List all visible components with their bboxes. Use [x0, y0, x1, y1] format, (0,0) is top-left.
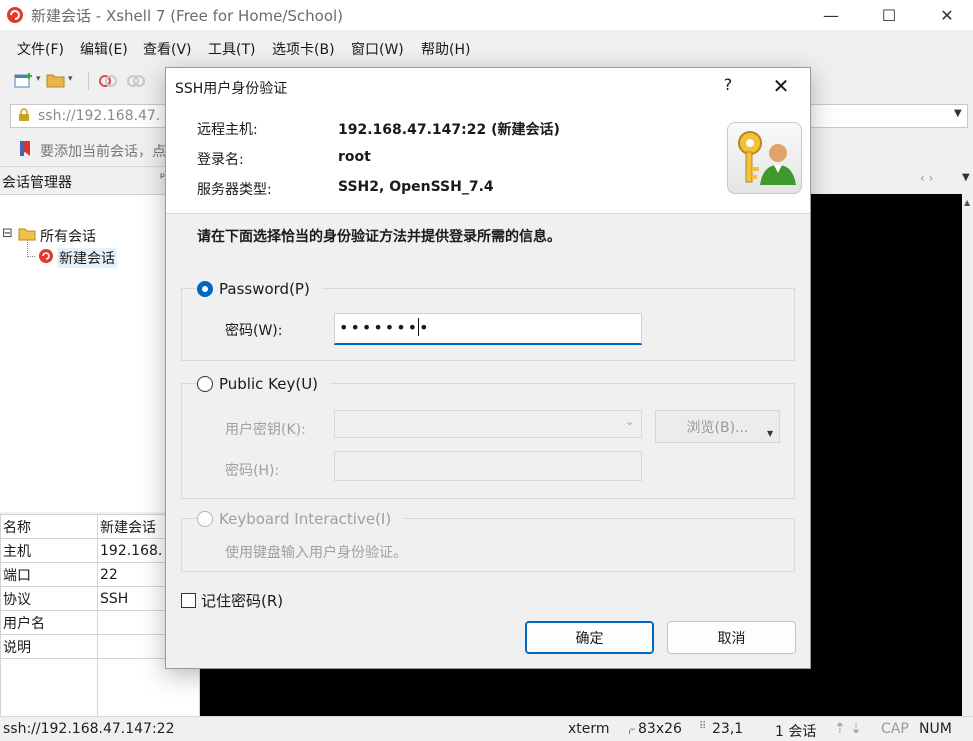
ok-button[interactable]: 确定	[525, 621, 654, 654]
tree-item-new-session[interactable]: 新建会话	[57, 248, 117, 268]
radio-checked-icon	[197, 281, 213, 297]
disconnect-icon[interactable]	[126, 72, 146, 90]
status-terminal-type: xterm	[568, 721, 610, 737]
prop-name: 说明	[0, 634, 98, 659]
browse-button-label: 浏览(B)...	[686, 419, 749, 436]
prop-name: 主机	[0, 538, 98, 563]
browse-dropdown-icon[interactable]: ▼	[767, 429, 773, 438]
tree-collapse-icon[interactable]: ⊟	[2, 226, 13, 241]
password-field-label: 密码(W):	[225, 323, 283, 339]
bookmark-icon	[20, 141, 30, 156]
cancel-button[interactable]: 取消	[667, 621, 796, 654]
remember-password-label: 记住密码(R)	[201, 592, 284, 610]
dialog-title: SSH用户身份验证	[175, 81, 288, 97]
server-type-value: SSH2, OpenSSH_7.4	[338, 179, 494, 195]
connect-icon[interactable]	[98, 72, 118, 90]
open-folder-icon[interactable]	[46, 72, 66, 88]
prop-name-empty	[0, 658, 98, 719]
radio-unchecked-icon	[197, 376, 213, 392]
maximize-icon[interactable]: ☐	[860, 0, 918, 30]
remote-host-value: 192.168.47.147:22 (新建会话)	[338, 122, 560, 138]
lock-icon	[19, 108, 29, 121]
prop-name: 用户名	[0, 610, 98, 635]
resize-icon: ⌌	[624, 721, 636, 737]
instruction-text: 请在下面选择恰当的身份验证方法并提供登录所需的信息。	[197, 229, 561, 245]
tab-scroll-arrows-icon[interactable]: ‹ ›	[920, 171, 933, 185]
ok-button-label: 确定	[575, 630, 604, 647]
prop-name: 名称	[0, 514, 98, 539]
xshell-logo-icon	[7, 7, 23, 23]
menu-view[interactable]: 查看(V)	[143, 39, 192, 59]
server-type-label: 服务器类型:	[197, 182, 272, 198]
open-dropdown-icon[interactable]: ▾	[68, 74, 73, 84]
folder-icon	[18, 228, 36, 241]
scroll-up-icon[interactable]: ▲	[964, 198, 970, 207]
status-caps-lock: CAP	[881, 721, 909, 737]
window-title: 新建会话 - Xshell 7 (Free for Home/School)	[31, 7, 344, 25]
address-text: ssh://192.168.47.	[38, 108, 161, 124]
tree-connector	[27, 240, 35, 257]
tab-list-dropdown-icon[interactable]: ▼	[962, 172, 970, 183]
passphrase-input[interactable]	[334, 451, 642, 481]
keyboard-interactive-radio[interactable]: Keyboard Interactive(I)	[197, 510, 404, 528]
new-session-icon[interactable]	[14, 72, 34, 90]
toolbar-separator	[88, 72, 89, 90]
text-cursor	[418, 318, 419, 336]
hint-text: 要添加当前会话，点	[40, 144, 166, 160]
tree-item-all-sessions[interactable]: 所有会话	[40, 226, 96, 246]
status-address: ssh://192.168.47.147:22	[3, 721, 175, 737]
menu-tabs[interactable]: 选项卡(B)	[272, 39, 335, 59]
new-session-dropdown-icon[interactable]: ▾	[36, 74, 41, 84]
menu-window[interactable]: 窗口(W)	[351, 39, 404, 59]
user-key-select[interactable]	[334, 410, 642, 438]
status-num-lock: NUM	[919, 721, 952, 737]
password-radio-label: Password(P)	[219, 280, 310, 298]
status-cursor-position: 23,1	[712, 721, 744, 737]
address-dropdown-icon[interactable]: ▼	[954, 108, 962, 119]
password-input[interactable]: ••••••••	[334, 313, 642, 345]
menu-file[interactable]: 文件(F)	[17, 39, 64, 59]
transfer-arrows-icon: ⇡ ⇣	[834, 721, 862, 737]
passphrase-label: 密码(H):	[225, 463, 280, 479]
remote-host-label: 远程主机:	[197, 122, 258, 138]
address-input-right[interactable]	[800, 104, 968, 128]
public-key-radio[interactable]: Public Key(U)	[197, 375, 331, 393]
status-session-count: 1 会话	[775, 724, 817, 740]
minimize-icon[interactable]: —	[802, 0, 860, 30]
user-key-icon	[727, 122, 802, 194]
login-name-label: 登录名:	[197, 152, 244, 168]
status-size: 83x26	[638, 721, 682, 737]
close-icon[interactable]: ✕	[918, 0, 973, 30]
remember-password-checkbox[interactable]: 记住密码(R)	[181, 590, 283, 611]
radio-disabled-icon	[197, 511, 213, 527]
keyboard-interactive-label: Keyboard Interactive(I)	[219, 510, 392, 528]
tab-strip	[812, 166, 973, 194]
session-icon	[39, 249, 53, 263]
menu-help[interactable]: 帮助(H)	[421, 39, 470, 59]
help-button[interactable]: ?	[718, 75, 738, 94]
cursor-position-icon: ⠿	[699, 721, 707, 732]
browse-button[interactable]: 浏览(B)...	[655, 410, 780, 443]
prop-name: 协议	[0, 586, 98, 611]
password-radio[interactable]: Password(P)	[197, 280, 322, 298]
chevron-down-icon: ⌄	[625, 415, 635, 428]
menu-tools[interactable]: 工具(T)	[208, 39, 255, 59]
keyboard-interactive-description: 使用键盘输入用户身份验证。	[225, 545, 407, 561]
user-key-label: 用户密钥(K):	[225, 422, 306, 438]
cancel-button-label: 取消	[717, 630, 746, 647]
checkbox-icon	[181, 593, 196, 608]
menu-edit[interactable]: 编辑(E)	[80, 39, 128, 59]
login-name-value: root	[338, 149, 371, 165]
prop-name: 端口	[0, 562, 98, 587]
public-key-radio-label: Public Key(U)	[219, 375, 319, 393]
terminal-scrollbar[interactable]	[962, 194, 973, 716]
session-manager-title: 会话管理器	[2, 175, 72, 191]
dialog-close-button[interactable]: ✕	[764, 71, 798, 101]
ssh-auth-dialog: SSH用户身份验证 ? ✕ 远程主机: 192.168.47.147:22 (新…	[165, 67, 811, 669]
